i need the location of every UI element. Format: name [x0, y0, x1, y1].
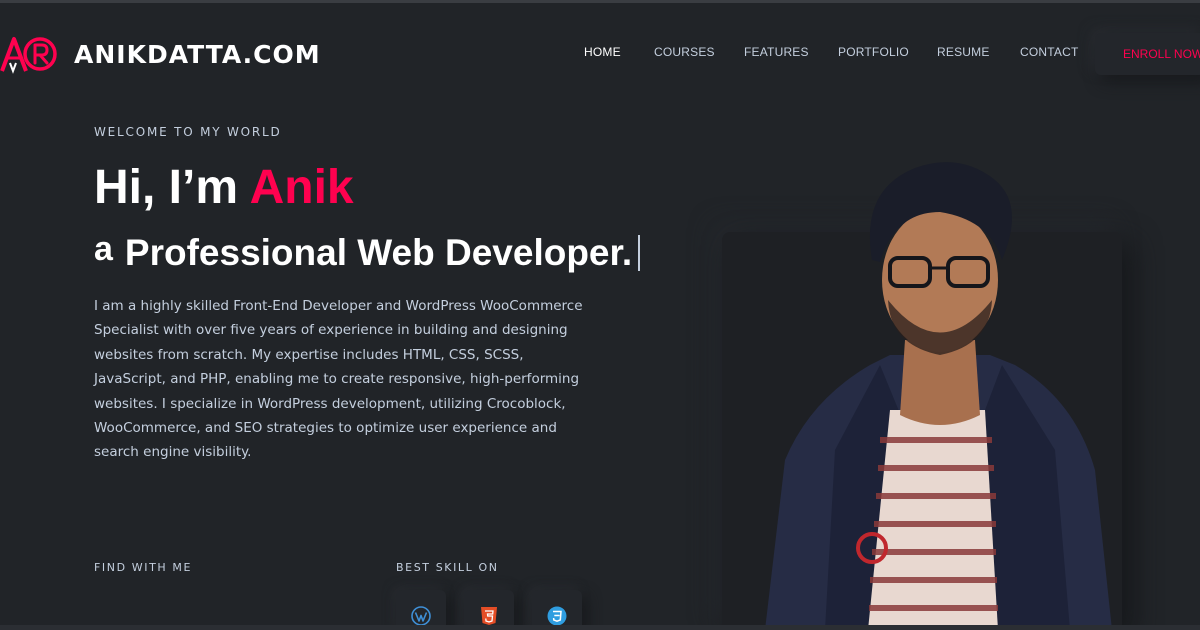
hero-name: Anik: [249, 161, 354, 214]
nav-home[interactable]: HOME: [584, 45, 621, 59]
skill-wordpress[interactable]: [396, 590, 446, 630]
best-skill-label: BEST SKILL ON: [396, 561, 499, 574]
find-with-me-label: FIND WITH ME: [94, 561, 193, 574]
role-prefix: a: [94, 230, 113, 268]
role-title: Professional Web Developer.: [124, 232, 633, 273]
skill-html5[interactable]: [464, 590, 514, 630]
nav-portfolio[interactable]: PORTFOLIO: [838, 45, 909, 59]
hero-greeting: Hi, I’m Anik: [94, 160, 354, 216]
hero-role: a Professional Web Developer.: [94, 230, 641, 275]
html5-icon: [481, 607, 497, 625]
welcome-eyebrow: WELCOME TO MY WORLD: [94, 125, 282, 139]
nav-courses[interactable]: COURSES: [654, 45, 715, 59]
nav-contact[interactable]: CONTACT: [1020, 45, 1079, 59]
main-nav: HOME COURSES FEATURES PORTFOLIO RESUME C…: [0, 45, 1200, 65]
nav-features[interactable]: FEATURES: [744, 45, 809, 59]
greeting-text: Hi, I’m: [94, 161, 250, 214]
hero-description: I am a highly skilled Front-End Develope…: [94, 298, 583, 461]
wordpress-icon: [411, 606, 431, 626]
skill-css3[interactable]: [532, 590, 582, 630]
nav-resume[interactable]: RESUME: [937, 45, 990, 59]
enroll-now-button[interactable]: ENROLL NOW: [1095, 33, 1200, 75]
css3-icon: [547, 606, 567, 626]
typing-cursor: [638, 235, 641, 271]
bottom-border: [0, 625, 1200, 630]
portrait-photo: [765, 162, 1112, 630]
site-header: ANIKDATTA.COM HOME COURSES FEATURES PORT…: [0, 3, 1200, 99]
